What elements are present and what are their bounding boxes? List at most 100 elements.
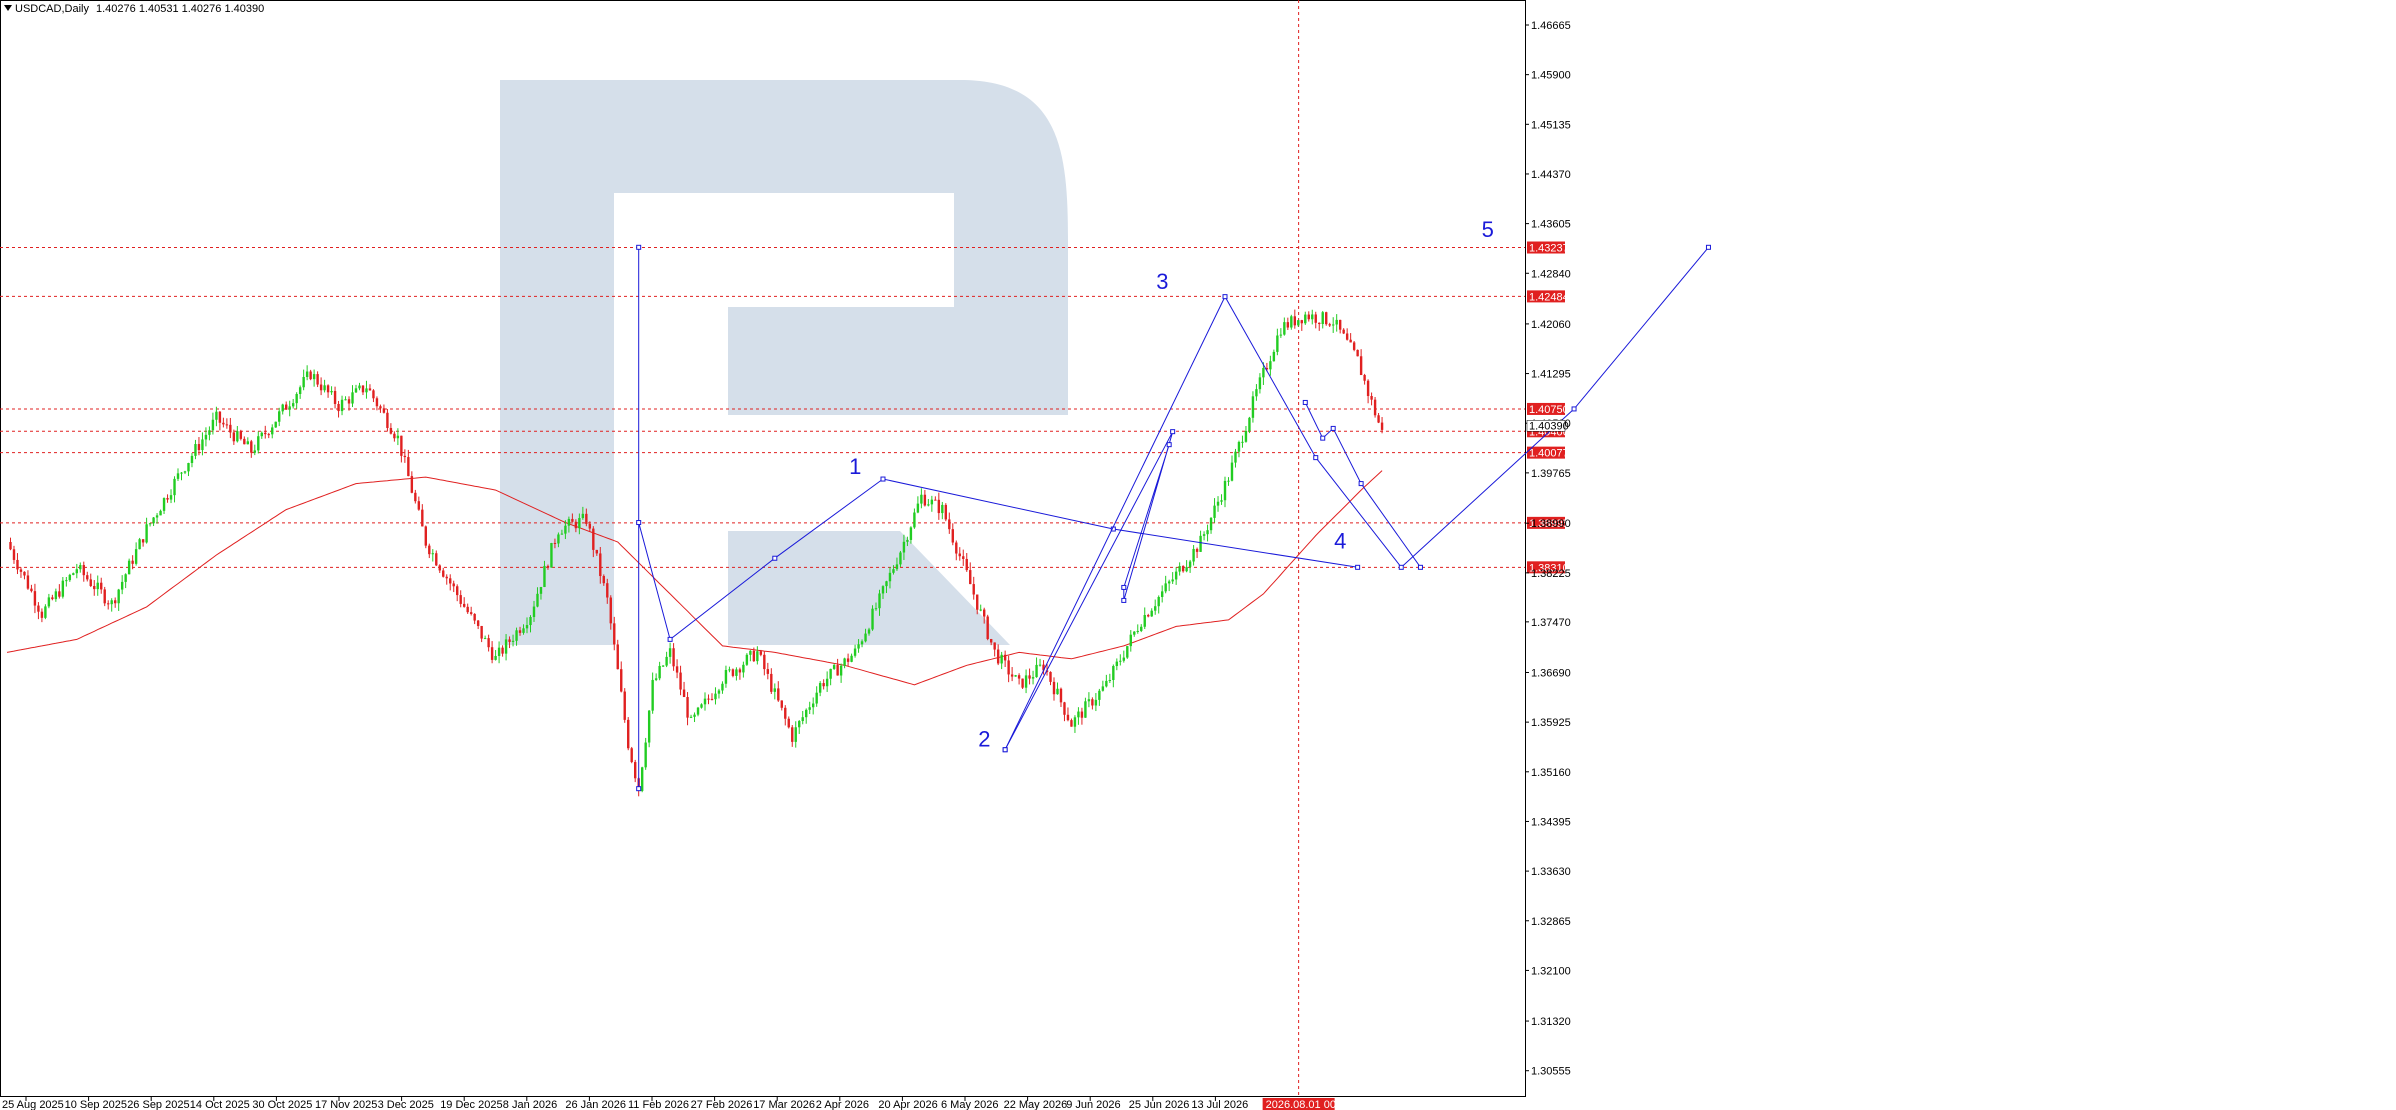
- price-level-label: 1.40750: [1529, 404, 1569, 416]
- candle-body: [197, 444, 201, 451]
- candle-body: [452, 583, 455, 587]
- candle-body: [1370, 396, 1373, 400]
- candle-body: [225, 424, 229, 426]
- candle-body: [386, 412, 389, 428]
- candle-body: [846, 658, 850, 662]
- candle-body: [864, 633, 867, 642]
- candle-body: [1380, 422, 1384, 430]
- x-tick-label: 9 Jun 2026: [1066, 1099, 1120, 1110]
- candle-body: [822, 683, 825, 687]
- x-tick-label: 19 Dec 2025: [440, 1099, 502, 1110]
- triangle-down-icon[interactable]: [4, 5, 12, 11]
- candle-body: [44, 606, 47, 618]
- candle-body: [728, 669, 731, 671]
- candle-body: [246, 441, 250, 445]
- x-tick-label: 11 Feb 2026: [628, 1099, 689, 1110]
- candle-body: [1321, 312, 1324, 325]
- wave-label: 5: [1482, 217, 1494, 242]
- y-tick-label: 1.38990: [1531, 518, 1571, 530]
- candle-body: [1147, 615, 1150, 617]
- candle-body: [1003, 654, 1007, 661]
- candle-body: [1276, 335, 1279, 352]
- candle-body: [1167, 581, 1171, 584]
- candle-body: [1318, 322, 1321, 325]
- candle-body: [578, 518, 581, 529]
- candle-body: [909, 527, 913, 540]
- candle-body: [400, 435, 403, 456]
- candle-body: [867, 629, 871, 634]
- candle-body: [784, 707, 787, 719]
- x-tick-label: 26 Sep 2025: [127, 1099, 189, 1110]
- candle-body: [1328, 324, 1331, 326]
- price-axis: 1.46665 1.45900 1.45135 1.44370 1.43605 1.428…: [1525, 20, 1571, 1078]
- candle-body: [550, 543, 553, 568]
- candle-body: [462, 603, 466, 607]
- candle-body: [424, 526, 427, 546]
- x-tick-label: 26 Jan 2026: [565, 1099, 626, 1110]
- candle-body: [906, 539, 909, 542]
- candle-body: [232, 432, 236, 442]
- candle-body: [250, 441, 253, 453]
- candle-body: [1223, 480, 1227, 501]
- candle-body: [1314, 314, 1317, 323]
- candle-body: [1185, 566, 1188, 572]
- candle-body: [623, 691, 626, 720]
- candle-body: [1300, 320, 1303, 324]
- candle-body: [1373, 399, 1377, 416]
- candle-body: [1140, 626, 1143, 631]
- candle-body: [895, 564, 899, 570]
- candle-body: [941, 504, 944, 514]
- candle-body: [236, 431, 239, 442]
- candle-body: [665, 656, 668, 666]
- candle-body: [571, 518, 574, 522]
- wave-node: [1170, 429, 1176, 435]
- candle-body: [100, 582, 103, 590]
- candle-body: [536, 593, 539, 607]
- candle-body: [871, 608, 874, 630]
- y-tick-label: 1.33630: [1531, 866, 1571, 878]
- candle-body: [1335, 319, 1338, 325]
- candle-body: [989, 639, 993, 643]
- candle-body: [442, 570, 445, 577]
- y-tick-label: 1.35925: [1531, 717, 1571, 729]
- candle-body: [749, 650, 752, 655]
- candle-body: [836, 665, 839, 676]
- candle-body: [752, 650, 756, 662]
- candle-body: [431, 553, 434, 555]
- candle-body: [1188, 561, 1192, 567]
- candle-body: [302, 376, 305, 388]
- y-tick-label: 1.30555: [1531, 1066, 1571, 1078]
- candle-body: [731, 669, 735, 676]
- wave-label: 3: [1156, 269, 1168, 294]
- candle-body: [1049, 671, 1052, 682]
- candle-body: [330, 390, 333, 393]
- candle-body: [707, 698, 710, 700]
- candle-body: [515, 630, 518, 641]
- candle-body: [658, 665, 661, 679]
- candle-body: [319, 384, 323, 391]
- candle-body: [1136, 630, 1139, 632]
- candle-body: [627, 719, 630, 749]
- candle-body: [1143, 615, 1146, 627]
- candle-body: [927, 504, 930, 506]
- candle-body: [239, 431, 243, 439]
- candle-body: [326, 385, 330, 393]
- candle-body: [148, 523, 152, 525]
- candle-body: [264, 432, 267, 435]
- candle-body: [832, 665, 836, 669]
- x-tick-label: 17 Mar 2026: [753, 1099, 815, 1110]
- candle-body: [127, 560, 131, 575]
- candle-body: [878, 593, 881, 609]
- candle-body: [1248, 417, 1251, 431]
- symbol-label: USDCAD,Daily: [15, 3, 89, 15]
- y-tick-label: 1.31320: [1531, 1016, 1571, 1028]
- candle-body: [169, 495, 173, 500]
- candle-body: [1359, 356, 1363, 376]
- wave-node: [1417, 564, 1423, 570]
- candle-body: [379, 406, 382, 409]
- price-chart[interactable]: 1.432371.424841.407501.404061.400771.389…: [0, 0, 2396, 1110]
- x-tick-label: 27 Feb 2026: [691, 1099, 753, 1110]
- candle-body: [1338, 319, 1342, 330]
- candle-body: [745, 654, 749, 665]
- x-tick-label: 10 Sep 2025: [65, 1099, 127, 1110]
